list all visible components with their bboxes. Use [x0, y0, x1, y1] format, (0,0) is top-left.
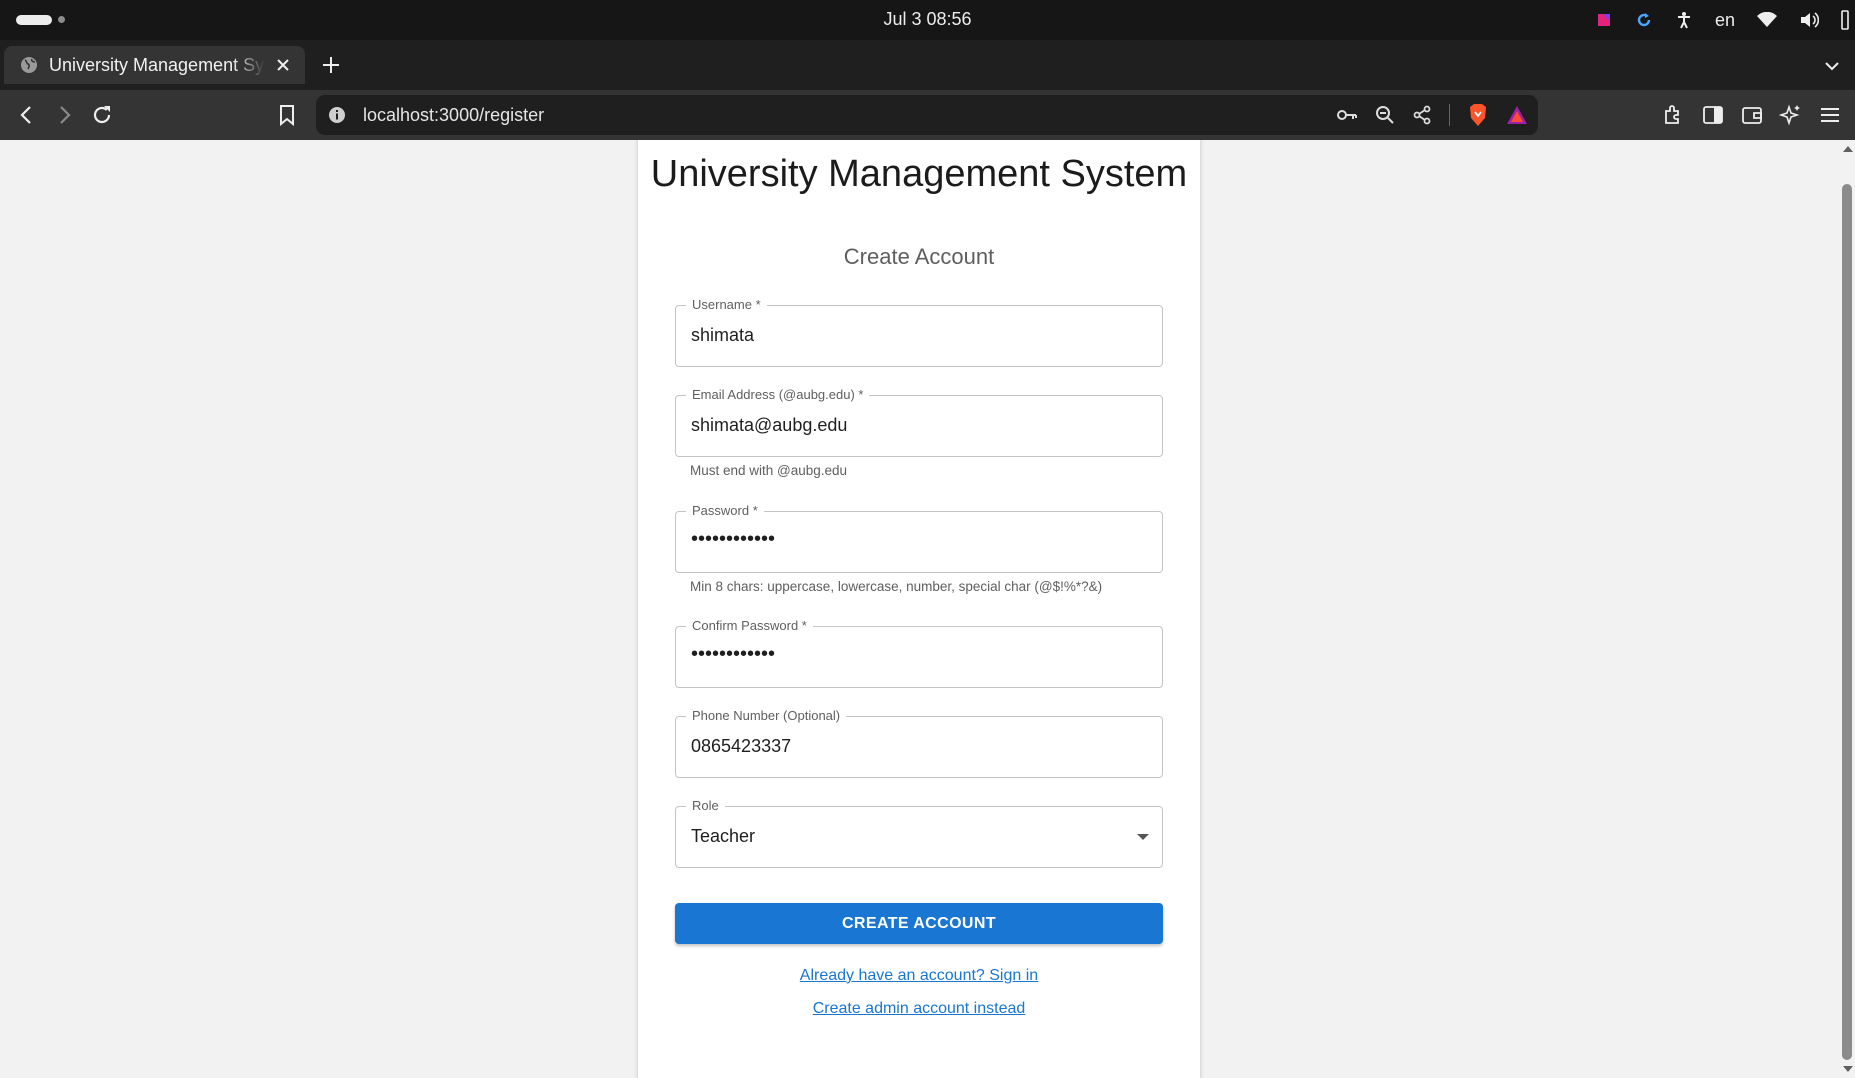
confirm-password-input[interactable]: ••••••••••••: [691, 643, 775, 666]
register-card: University Management System Create Acco…: [637, 140, 1201, 1078]
phone-field[interactable]: Phone Number (Optional) 0865423337: [675, 708, 1163, 778]
wallet-icon[interactable]: [1740, 103, 1764, 127]
username-input[interactable]: shimata: [691, 325, 754, 346]
phone-input[interactable]: 0865423337: [691, 736, 791, 757]
arrow-right-icon: [60, 106, 71, 124]
email-helper-text: Must end with @aubg.edu: [690, 463, 848, 478]
wifi-icon[interactable]: [1757, 12, 1777, 28]
app-indicator-icon[interactable]: [1595, 11, 1613, 29]
password-label: Password *: [686, 503, 764, 519]
arrow-left-icon: [20, 106, 31, 124]
battery-icon[interactable]: [1841, 10, 1849, 30]
address-bar-actions: [1336, 95, 1528, 135]
os-top-bar: Jul 3 08:56 en: [0, 0, 1855, 40]
zoom-out-icon[interactable]: [1375, 105, 1395, 125]
brave-shields-icon[interactable]: [1467, 103, 1489, 127]
password-helper-text: Min 8 chars: uppercase, lowercase, numbe…: [690, 579, 1103, 594]
menu-icon[interactable]: [1818, 103, 1842, 127]
brave-rewards-icon[interactable]: [1506, 105, 1528, 125]
reload-button[interactable]: [89, 102, 115, 128]
close-icon[interactable]: [273, 55, 293, 75]
password-input[interactable]: ••••••••••••: [691, 528, 775, 551]
email-label: Email Address (@aubg.edu) *: [686, 387, 870, 403]
info-icon[interactable]: [328, 106, 346, 124]
signin-link[interactable]: Already have an account? Sign in: [638, 967, 1200, 985]
confirm-password-field[interactable]: Confirm Password * ••••••••••••: [675, 618, 1163, 688]
chevron-down-icon[interactable]: [1823, 57, 1841, 75]
form-subtitle: Create Account: [843, 244, 995, 269]
language-indicator[interactable]: en: [1715, 10, 1735, 31]
system-tray[interactable]: en: [1595, 0, 1849, 40]
scroll-thumb[interactable]: [1842, 184, 1852, 1060]
confirm-password-label: Confirm Password *: [686, 618, 813, 634]
dropdown-arrow-icon[interactable]: [1137, 834, 1149, 840]
browser-toolbar: localhost:3000/register: [0, 90, 1855, 140]
globe-icon: [21, 57, 37, 73]
back-button[interactable]: [14, 102, 40, 128]
create-account-button[interactable]: CREATE ACCOUNT: [675, 903, 1163, 944]
leo-ai-icon[interactable]: [1779, 103, 1803, 127]
extensions-icon[interactable]: [1662, 103, 1686, 127]
phone-label: Phone Number (Optional): [686, 708, 847, 724]
bookmark-button[interactable]: [274, 102, 300, 128]
scroll-up-arrow-icon[interactable]: [1843, 146, 1853, 152]
tab-strip: University Management System: [0, 40, 1855, 90]
sync-icon[interactable]: [1635, 11, 1653, 29]
reload-icon: [93, 106, 111, 124]
role-select[interactable]: Role Teacher: [675, 798, 1163, 868]
browser-tab[interactable]: University Management System: [4, 46, 305, 84]
password-field[interactable]: Password * ••••••••••••: [675, 503, 1163, 573]
bookmark-icon: [280, 105, 294, 126]
email-input[interactable]: shimata@aubg.edu: [691, 415, 847, 436]
share-icon[interactable]: [1412, 105, 1432, 125]
page-scrollbar[interactable]: [1839, 140, 1855, 1078]
scroll-down-arrow-icon[interactable]: [1843, 1066, 1853, 1072]
accessibility-icon[interactable]: [1675, 11, 1693, 29]
page-viewport: University Management System Create Acco…: [0, 140, 1839, 1078]
volume-icon[interactable]: [1799, 11, 1819, 29]
toolbar-separator: [1449, 104, 1450, 126]
role-label: Role: [686, 798, 725, 814]
username-field[interactable]: Username * shimata: [675, 297, 1163, 367]
email-field[interactable]: Email Address (@aubg.edu) * shimata@aubg…: [675, 387, 1163, 457]
new-tab-icon[interactable]: [320, 54, 342, 76]
tab-title: University Management System: [49, 54, 265, 75]
sidebar-icon[interactable]: [1701, 103, 1725, 127]
forward-button[interactable]: [51, 102, 77, 128]
role-value[interactable]: Teacher: [691, 826, 755, 847]
page-title: University Management System: [650, 153, 1188, 195]
create-admin-link[interactable]: Create admin account instead: [638, 1000, 1200, 1018]
browser-extensions: [1662, 90, 1842, 140]
url-text[interactable]: localhost:3000/register: [363, 105, 544, 126]
address-bar[interactable]: localhost:3000/register: [316, 95, 1538, 135]
username-label: Username *: [686, 297, 767, 313]
os-clock[interactable]: Jul 3 08:56: [0, 9, 1855, 30]
key-icon[interactable]: [1336, 106, 1358, 124]
